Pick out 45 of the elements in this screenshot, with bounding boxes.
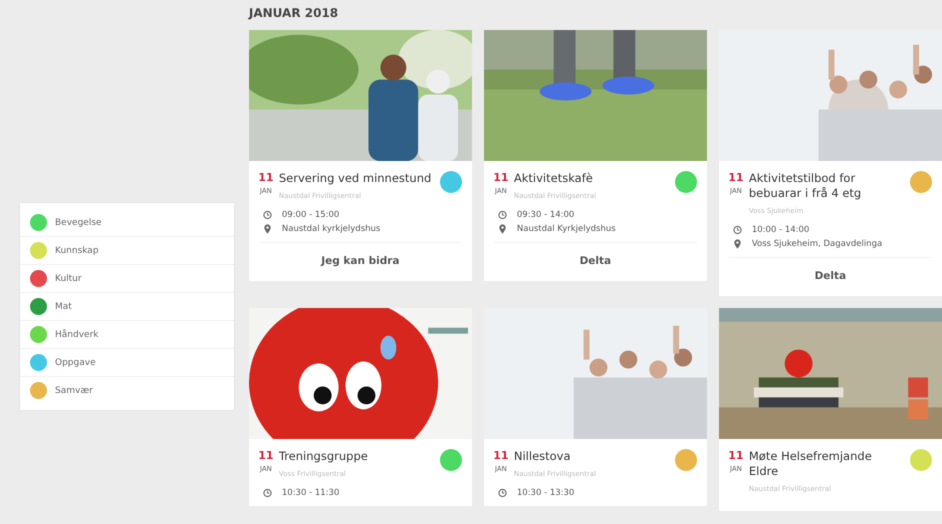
event-day: 11 [258, 171, 274, 184]
location-pin-icon [732, 238, 742, 249]
clock-icon [498, 210, 507, 220]
event-title[interactable]: Nillestova [514, 448, 669, 464]
category-label[interactable]: Kultur [55, 274, 82, 284]
event-day: 11 [258, 448, 274, 462]
clock-icon [498, 488, 507, 498]
category-label[interactable]: Kunnskap [55, 246, 99, 256]
event-time: 10:30 - 11:30 [282, 488, 340, 498]
location-pin-icon [498, 224, 507, 234]
location-pin-icon [262, 224, 272, 234]
action-button[interactable]: Delta [728, 256, 932, 288]
event-title[interactable]: Treningsgruppe [278, 448, 434, 464]
action-button[interactable]: Jeg kan bidra [258, 242, 462, 273]
event-day: 11 [493, 448, 509, 462]
category-icon[interactable] [30, 382, 47, 399]
clock-icon [262, 210, 272, 220]
event-title[interactable]: Servering ved minnestund [278, 171, 434, 186]
event-title[interactable]: Møte Helsefremjande Eldre [748, 448, 904, 479]
event-title[interactable]: Aktivitetstilbod for bebuarar i frå 4 etg [748, 171, 904, 201]
category-icon[interactable] [30, 214, 47, 231]
category-icon[interactable] [30, 354, 47, 371]
category-label[interactable]: Samvær [55, 386, 93, 396]
event-time: 10:00 - 14:00 [752, 224, 810, 235]
clock-icon [732, 224, 742, 235]
event-time: 09:30 - 14:00 [516, 210, 574, 220]
event-day: 11 [728, 448, 744, 462]
event-time: 09:00 - 15:00 [282, 210, 340, 220]
category-icon[interactable] [30, 298, 47, 315]
action-button[interactable]: Delta [494, 242, 697, 273]
event-day: 11 [728, 171, 744, 184]
category-icon[interactable] [30, 270, 47, 287]
event-time: 10:30 - 13:30 [516, 488, 574, 498]
category-label[interactable]: Oppgave [55, 358, 96, 368]
category-icon[interactable] [30, 326, 47, 343]
category-label[interactable]: Mat [55, 302, 72, 312]
event-location: Voss Sjukeheim, Dagavdelinga [752, 238, 882, 249]
clock-icon [262, 488, 272, 498]
event-title[interactable]: Aktivitetskafè [514, 171, 669, 186]
event-day: 11 [493, 171, 509, 184]
event-location: Naustdal Kyrkjelydshus [516, 224, 616, 234]
event-location: Naustdal kyrkjelydshus [282, 224, 380, 234]
month-heading: JANUAR 2018 [248, 6, 340, 20]
category-label[interactable]: Bevegelse [55, 218, 102, 228]
category-label[interactable]: Håndverk [55, 330, 98, 340]
